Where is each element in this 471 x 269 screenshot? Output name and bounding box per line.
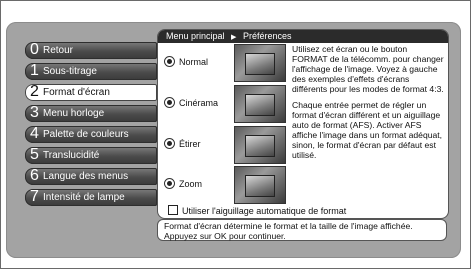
menu-item-label: Translucidité [43, 150, 100, 161]
format-settings-content: Menu principal ▶ Préférences Normal Ciné… [157, 29, 449, 219]
menu-item-menu-horloge[interactable]: 3 Menu horloge [25, 104, 157, 122]
radio-button[interactable] [164, 138, 175, 149]
option-label: Étirer [179, 139, 201, 149]
option-label: Normal [179, 57, 209, 67]
option-zoom[interactable]: Zoom [164, 178, 202, 189]
menu-item-label: Sous-titrage [43, 66, 97, 77]
status-message: Format d'écran détermine le format et la… [157, 219, 447, 241]
cinerama-preview-image [234, 85, 286, 123]
afs-checkbox-label: Utiliser l'aiguillage automatique de for… [182, 206, 347, 216]
main-menu: 0 Retour 1 Sous-titrage 2 Format d'écran… [25, 41, 157, 210]
afs-checkbox[interactable] [168, 205, 178, 215]
radio-button[interactable] [164, 97, 175, 108]
menu-item-label: Palette de couleurs [43, 129, 129, 140]
option-label: Cinérama [179, 98, 219, 108]
menu-item-langue-menus[interactable]: 6 Langue des menus [25, 167, 157, 185]
menu-item-label: Menu horloge [43, 108, 105, 119]
normal-preview-image [234, 44, 286, 82]
status-text: Format d'écran détermine le format et la… [164, 221, 413, 241]
menu-number: 1 [30, 62, 39, 79]
menu-item-label: Format d'écran [43, 87, 110, 98]
menu-number: 5 [30, 146, 39, 163]
menu-item-label: Intensité de lampe [43, 192, 125, 203]
menu-item-translucidite[interactable]: 5 Translucidité [25, 146, 157, 164]
menu-item-palette-couleurs[interactable]: 4 Palette de couleurs [25, 125, 157, 143]
etirer-preview-image [234, 126, 286, 164]
menu-number: 3 [30, 104, 39, 121]
breadcrumb: Menu principal ▶ Préférences [158, 30, 448, 43]
help-text: Utilisez cet écran ou le bouton FORMAT d… [292, 44, 444, 166]
menu-item-format-ecran[interactable]: 2 Format d'écran [25, 83, 157, 101]
help-paragraph: Utilisez cet écran ou le bouton FORMAT d… [292, 44, 444, 94]
zoom-preview-image [234, 166, 286, 204]
menu-item-label: Retour [43, 45, 74, 56]
breadcrumb-arrow-icon: ▶ [231, 34, 237, 41]
option-etirer[interactable]: Étirer [164, 138, 201, 149]
menu-item-label: Langue des menus [43, 171, 129, 182]
breadcrumb-current: Préférences [242, 31, 292, 41]
menu-number: 0 [30, 41, 39, 58]
breadcrumb-root: Menu principal [166, 31, 225, 41]
menu-number: 2 [30, 83, 39, 100]
option-label: Zoom [179, 179, 203, 189]
radio-button[interactable] [164, 178, 175, 189]
afs-checkbox-row[interactable]: Utiliser l'aiguillage automatique de for… [168, 205, 346, 216]
option-cinerama[interactable]: Cinérama [164, 97, 218, 108]
radio-button[interactable] [164, 56, 175, 67]
menu-item-intensite-lampe[interactable]: 7 Intensité de lampe [25, 188, 157, 206]
menu-number: 7 [30, 188, 39, 205]
menu-number: 6 [30, 167, 39, 184]
help-paragraph: Chaque entrée permet de régler un format… [292, 100, 443, 160]
option-normal[interactable]: Normal [164, 56, 208, 67]
menu-number: 4 [30, 125, 39, 142]
menu-item-sous-titrage[interactable]: 1 Sous-titrage [25, 62, 157, 80]
menu-item-retour[interactable]: 0 Retour [25, 41, 157, 59]
